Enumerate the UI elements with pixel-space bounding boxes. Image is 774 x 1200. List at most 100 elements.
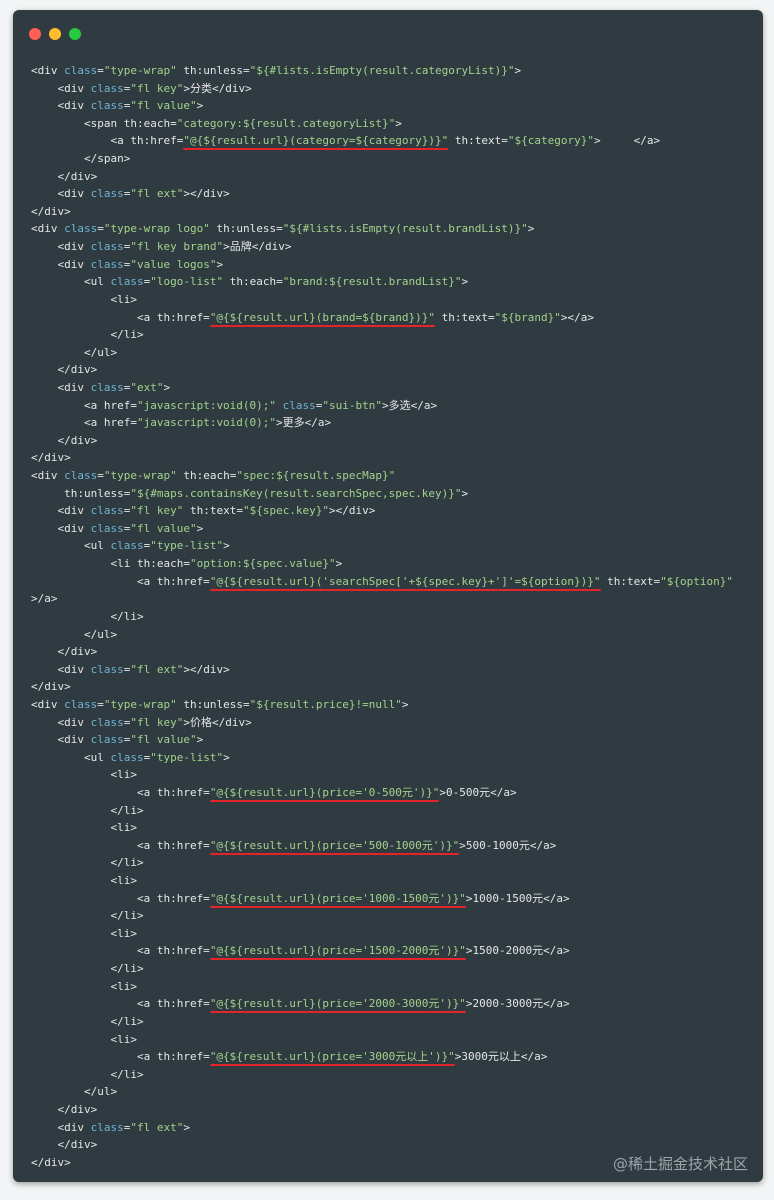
code-line: </ul> [31, 626, 763, 644]
code-token: <a th:href= [31, 944, 210, 958]
minimize-dot[interactable] [49, 28, 61, 40]
code-token: > [514, 64, 522, 77]
code-token: "javascript:void(0);" [136, 416, 277, 430]
code-token: <span th:each= [31, 116, 177, 130]
code-token: 元</a> [532, 997, 570, 1011]
code-token: "${option}" [660, 574, 734, 588]
code-line: <div class="type-wrap" th:unless="${#lis… [31, 62, 763, 80]
code-line: </div> [31, 168, 763, 186]
code-line: <a th:href="@{${result.url}(price='500-1… [31, 837, 763, 855]
code-line: <li th:each="option:${spec.value}"> [31, 555, 763, 573]
code-token: >/a> [31, 592, 58, 606]
code-token: 元</a> [532, 891, 570, 905]
code-token: "@{${result.url}(brand=${brand})}" [209, 310, 435, 324]
code-token: <li th:each= [31, 557, 190, 571]
code-token: <div [31, 240, 91, 254]
code-token: </ul> [31, 345, 118, 359]
code-line: </div> [31, 361, 763, 379]
code-token: class [64, 222, 98, 236]
code-line: </div> [31, 643, 763, 661]
code-window: <div class="type-wrap" th:unless="${#lis… [13, 10, 763, 1182]
code-token: th:unless= [176, 697, 250, 711]
code-token: >分类</div> [183, 81, 252, 95]
code-line: <a href="javascript:void(0);" class="sui… [31, 397, 763, 415]
code-token: 元以上</a> [487, 1050, 548, 1064]
red-underline [209, 324, 435, 327]
code-line: </ul> [31, 344, 763, 362]
code-token: <div [31, 81, 91, 95]
code-line: >/a> [31, 590, 763, 608]
zoom-dot[interactable] [69, 28, 81, 40]
code-token: >价格</div> [183, 715, 252, 729]
red-underline [209, 799, 440, 802]
code-token: > [461, 275, 469, 289]
code-token: "type-wrap" [103, 469, 177, 483]
code-token: </ul> [31, 627, 118, 641]
code-token: th:text= [434, 310, 495, 324]
code-line: <div class="fl ext"> [31, 1119, 763, 1137]
code-token: > [527, 222, 535, 236]
code-line: <li> [31, 978, 763, 996]
code-token: 500-1000 [465, 838, 519, 852]
code-token: <div [31, 222, 65, 236]
code-line: <a th:href="@{${result.url}('searchSpec[… [31, 573, 763, 591]
code-line: <div class="fl key">分类</div> [31, 80, 763, 98]
code-token: class [90, 81, 124, 95]
code-token: "@{${result.url}(price='1000-1500元')}" [209, 891, 466, 905]
code-token: = [97, 469, 104, 483]
code-line: <div class="fl key">价格</div> [31, 714, 763, 732]
code-token: <div [31, 733, 91, 747]
code-token: </li> [31, 1067, 144, 1081]
code-token: </div> [31, 645, 98, 659]
code-line: </ul> [31, 1083, 763, 1101]
code-token: "type-wrap" [103, 64, 177, 77]
code-line: <span th:each="category:${result.categor… [31, 115, 763, 133]
code-token: <a th:href= [31, 310, 210, 324]
code-token: <div [31, 521, 91, 535]
code-token: "@{${result.url}('searchSpec['+${spec.ke… [209, 574, 601, 588]
code-token: th:unless= [31, 486, 131, 500]
code-line: <a th:href="@{${result.url}(price='1500-… [31, 942, 763, 960]
code-token: "@{${result.url}(category=${category})}" [183, 134, 449, 148]
code-token: "@{${result.url}(price='1500-2000元')}" [209, 944, 466, 958]
code-line: <div class="fl ext"></div> [31, 185, 763, 203]
code-line: <ul class="type-list"> [31, 749, 763, 767]
code-line: <ul class="type-list"> [31, 537, 763, 555]
code-line: <li> [31, 819, 763, 837]
code-line: </span> [31, 150, 763, 168]
code-token: class [90, 240, 124, 254]
code-token: <li> [31, 979, 137, 993]
code-token: </div> [31, 169, 98, 183]
code-line: <div class="fl value"> [31, 520, 763, 538]
code-token: class [90, 521, 124, 535]
code-token: <div [31, 715, 91, 729]
code-token: <li> [31, 926, 137, 940]
code-token: "type-wrap" [103, 697, 177, 711]
code-token: 元</a> [479, 785, 517, 799]
code-token: "${#lists.isEmpty(result.brandList)}" [282, 222, 528, 236]
code-token: </div> [31, 451, 71, 465]
code-token: "fl key brand" [130, 240, 224, 254]
code-line: <a href="javascript:void(0);">更多</a> [31, 414, 763, 432]
red-underline [209, 905, 466, 908]
code-token: class [90, 380, 124, 394]
code-token: class [64, 64, 98, 77]
code-token: class [110, 750, 144, 764]
code-line: <li> [31, 291, 763, 309]
code-token: <a th:href= [31, 891, 210, 905]
code-line: <div class="fl key" th:text="${spec.key}… [31, 502, 763, 520]
code-token: class [90, 99, 124, 113]
code-line: </li> [31, 1013, 763, 1031]
code-line: </li> [31, 802, 763, 820]
window-controls [29, 28, 81, 40]
close-dot[interactable] [29, 28, 41, 40]
code-token: th:each= [176, 469, 237, 483]
code-token: <div [31, 99, 91, 113]
code-line: </li> [31, 1066, 763, 1084]
code-line: <a th:href="@{${result.url}(category=${c… [31, 132, 763, 150]
code-token: </div> [31, 433, 98, 447]
code-token: "@{${result.url}(price='2000-3000元')}" [209, 997, 466, 1011]
code-token: > [196, 99, 204, 113]
code-token: <div [31, 469, 65, 483]
